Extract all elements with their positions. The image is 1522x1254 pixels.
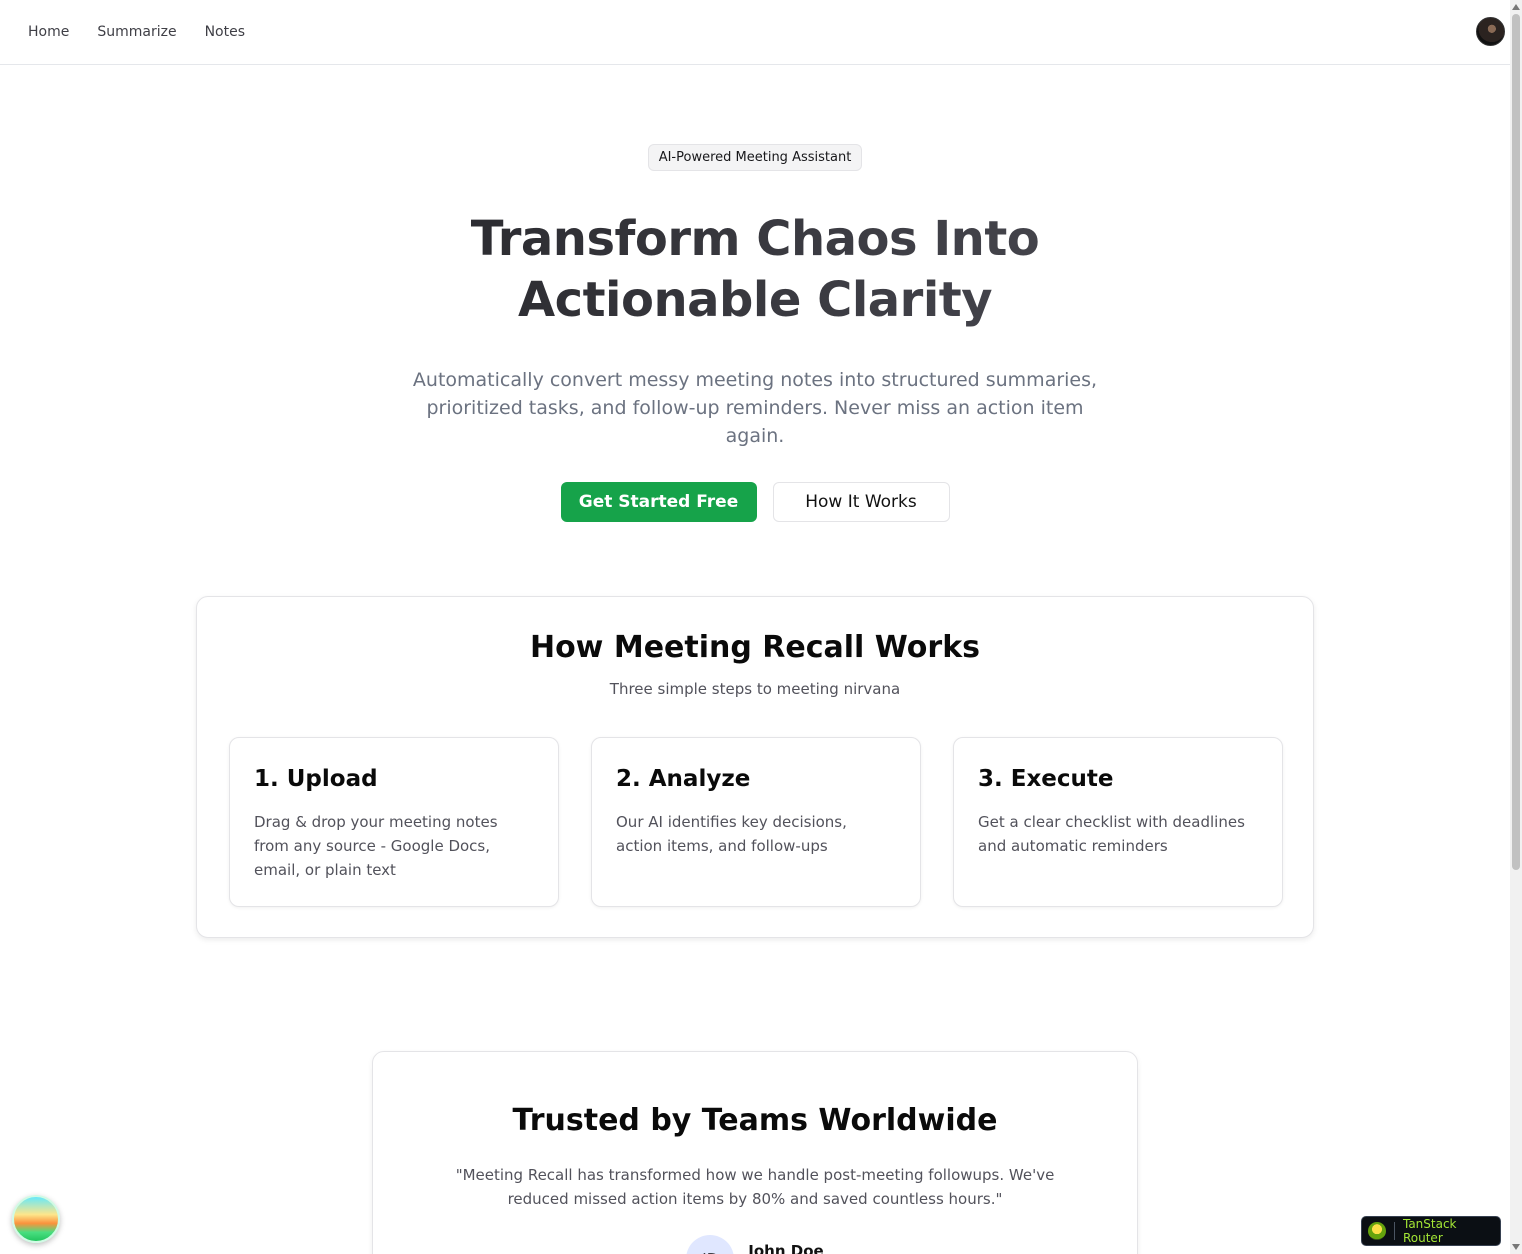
get-started-button[interactable]: Get Started Free: [560, 482, 757, 522]
nav-links: Home Summarize Notes: [28, 24, 245, 40]
step-title: 2. Analyze: [616, 766, 751, 792]
router-label: TanStack Router: [1402, 1217, 1457, 1245]
tanstack-logo-icon: [1368, 1222, 1386, 1240]
hero-title-line-1: Transform Chaos Into: [470, 211, 1040, 267]
step-description: Get a clear checklist with deadlines and…: [978, 813, 1245, 855]
steps-list: 1. Upload Drag & drop your meeting notes…: [229, 737, 1283, 907]
nav-link-notes[interactable]: Notes: [205, 24, 245, 40]
page-scrollbar[interactable]: [1510, 0, 1522, 1254]
step-description: Drag & drop your meeting notes from any …: [254, 813, 498, 879]
how-subtitle: Three simple steps to meeting nirvana: [609, 680, 901, 698]
scroll-thumb[interactable]: [1512, 14, 1520, 870]
user-avatar[interactable]: [1476, 17, 1505, 46]
tanstack-router-devtools-button[interactable]: TanStack Router: [1361, 1216, 1501, 1246]
hero-title: Transform Chaos Into Actionable Clarity: [0, 209, 1510, 331]
nav-link-summarize[interactable]: Summarize: [97, 24, 176, 40]
nav-link-home[interactable]: Home: [28, 24, 69, 40]
how-title: How Meeting Recall Works: [529, 630, 981, 665]
scroll-down-icon[interactable]: [1512, 1244, 1520, 1250]
hero-title-line-2: Actionable Clarity: [517, 272, 993, 328]
how-it-works-button[interactable]: How It Works: [772, 482, 950, 522]
step-title: 1. Upload: [254, 766, 378, 792]
trust-title: Trusted by Teams Worldwide: [512, 1103, 998, 1138]
author-name: John Doe: [748, 1242, 824, 1254]
hero-section: AI-Powered Meeting Assistant Transform C…: [0, 65, 1510, 522]
step-card-analyze: 2. Analyze Our AI identifies key decisio…: [591, 737, 921, 907]
step-description: Our AI identifies key decisions, action …: [616, 813, 847, 855]
author-avatar: JD: [686, 1235, 735, 1254]
testimonial-quote: "Meeting Recall has transformed how we h…: [455, 1166, 1055, 1208]
testimonial-author: JD John Doe: [373, 1235, 1137, 1254]
testimonial-card: Trusted by Teams Worldwide "Meeting Reca…: [372, 1051, 1138, 1254]
step-title: 3. Execute: [978, 766, 1114, 792]
top-nav: Home Summarize Notes: [0, 0, 1510, 65]
step-card-upload: 1. Upload Drag & drop your meeting notes…: [229, 737, 559, 907]
hero-subtitle: Automatically convert messy meeting note…: [412, 369, 1098, 447]
devtools-orb-icon[interactable]: [12, 1195, 60, 1243]
hero-badge: AI-Powered Meeting Assistant: [647, 144, 863, 171]
divider: [1393, 1222, 1395, 1240]
scroll-up-icon[interactable]: [1512, 4, 1520, 10]
how-it-works-card: How Meeting Recall Works Three simple st…: [196, 596, 1314, 938]
hero-buttons: Get Started Free How It Works: [0, 482, 1510, 522]
step-card-execute: 3. Execute Get a clear checklist with de…: [953, 737, 1283, 907]
